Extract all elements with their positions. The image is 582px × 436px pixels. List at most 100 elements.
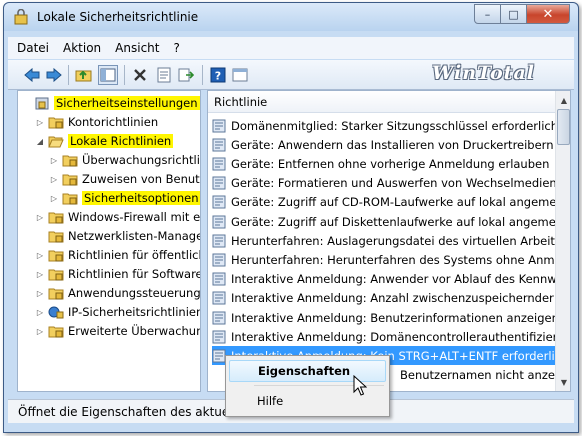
show-hide-tree-icon[interactable] [98,65,118,85]
tree-item[interactable]: ▷ Richtlinien für öffentliche [35,246,201,264]
menu-datei[interactable]: Datei [10,41,56,55]
tree-item-label: Überwachungsrichtlin [82,153,201,167]
table-row[interactable]: Geräte: Formatieren und Auswerfen von We… [212,174,555,193]
tree-expander-icon[interactable]: ▷ [35,326,45,336]
tree-item-label: Richtlinien für öffentliche [68,248,201,262]
tree-item-label: Windows-Firewall mit erw [68,210,201,224]
title-bar[interactable]: Lokale Sicherheitsrichtlinie – □ ✕ [4,3,578,31]
menu-ansicht[interactable]: Ansicht [108,41,166,55]
tree-item-label: Netzwerklisten-Manager- [68,229,201,243]
table-row[interactable]: Geräte: Zugriff auf CD-ROM-Laufwerke auf… [212,193,555,212]
tree-item[interactable]: ▷ Richtlinien für Softwareei [35,265,201,283]
minimize-icon: – [484,7,491,21]
tree-item[interactable]: ◢ Lokale Richtlinien [35,132,174,150]
policy-list-pane: Richtlinie Domänenmitglied: Starker Sitz… [207,90,571,392]
tree-item-label: Richtlinien für Softwareei [68,267,201,281]
security-policy-app-icon [14,8,30,25]
table-row[interactable]: Herunterfahren: Herunterfahren des Syste… [212,250,555,269]
policy-name: Domänenmitglied: Starker Sitzungsschlüss… [231,118,555,133]
folder-icon [48,209,64,225]
tree-expander-icon[interactable]: ▷ [49,174,59,184]
policy-name: Geräte: Zugriff auf Diskettenlaufwerke a… [231,214,555,229]
table-row[interactable]: Domänenmitglied: Starker Sitzungsschlüss… [212,116,555,135]
folder-icon [62,152,78,168]
tree-expander-icon[interactable]: ▷ [49,193,59,203]
scroll-thumb[interactable] [557,109,570,145]
policy-icon [212,138,226,152]
tree-item[interactable]: ▷ Kontorichtlinien [35,113,158,131]
scroll-up-icon[interactable]: ▲ [556,92,570,108]
tree-item[interactable]: ▷ Erweiterte Überwachungs [35,322,200,340]
maximize-button[interactable]: □ [500,4,527,24]
table-row[interactable]: Geräte: Zugriff auf Diskettenlaufwerke a… [212,212,555,231]
tree-expander-icon[interactable]: ▷ [35,288,45,298]
policy-name: Geräte: Entfernen ohne vorherige Anmeldu… [231,156,550,171]
folder-icon [48,323,64,339]
policy-icon [212,157,226,171]
vertical-scrollbar[interactable]: ▲ ▼ [555,91,570,391]
tree-item-label: Sicherheitsoptionen [82,191,200,205]
tree-expander-icon[interactable]: ▷ [35,250,45,260]
policy-name: Geräte: Formatieren und Auswerfen von We… [231,176,555,191]
export-list-icon[interactable] [176,65,196,85]
toolbar-separator [68,65,69,85]
forward-arrow-icon[interactable] [44,65,64,85]
policy-icon [212,119,226,133]
policy-icon [212,272,226,286]
properties-icon[interactable] [154,65,174,85]
scroll-down-icon[interactable]: ▼ [556,374,570,390]
table-row[interactable]: Interaktive Anmeldung: Anwender vor Abla… [212,270,555,289]
column-header-label: Richtlinie [214,94,268,109]
policy-icon [212,311,226,325]
tree-expander-icon[interactable]: ▷ [35,117,45,127]
svg-text:?: ? [215,70,221,83]
table-row[interactable]: Geräte: Anwendern das Installieren von D… [212,135,555,154]
tree-item[interactable]: Netzwerklisten-Manager- [35,227,201,245]
tree-item[interactable]: ▷ Überwachungsrichtlin [49,151,201,169]
policy-name: Interaktive Anmeldung: Anzahl zwischenzu… [231,291,555,306]
tree-item-label: Zuweisen von Benutze [82,172,201,186]
policy-icon [212,330,226,344]
tree-item[interactable]: ▷ IP-Sicherheitsrichtlinien a [35,303,200,321]
delete-icon[interactable] [130,65,150,85]
minimize-button[interactable]: – [474,4,501,24]
policy-icon [212,195,226,209]
context-menu-item-label: Hilfe [257,394,284,408]
close-button[interactable]: ✕ [526,4,570,24]
policy-name: Benutzernamen nicht anzeige [400,368,555,383]
folder-icon [48,114,64,130]
toolbar-separator [124,65,125,85]
tree-expander-icon[interactable]: ▷ [35,269,45,279]
tree-expander-icon[interactable]: ▷ [49,155,59,165]
mouse-cursor-icon [353,375,367,396]
tree-item[interactable]: ▷ Zuweisen von Benutze [49,170,201,188]
menu-bar: Datei Aktion Ansicht ? [8,37,574,59]
table-row[interactable]: Interaktive Anmeldung: Domänencontroller… [212,327,555,346]
tree-expander-icon[interactable]: ▷ [35,212,45,222]
window-title: Lokale Sicherheitsrichtlinie [37,10,199,24]
toolbar: ? WinTotal [8,60,574,90]
tree-item[interactable]: Sicherheitseinstellungen [21,94,200,112]
back-arrow-icon[interactable] [22,65,42,85]
table-row[interactable]: Interaktive Anmeldung: Anzahl zwischenzu… [212,289,555,308]
tree-expander-icon[interactable]: ▷ [35,307,45,317]
table-row[interactable]: Interaktive Anmeldung: Benutzerinformati… [212,308,555,327]
tree-expander-icon[interactable]: ◢ [35,136,45,146]
console-icon[interactable] [230,65,250,85]
folder-icon [48,228,64,244]
help-icon[interactable]: ? [208,65,228,85]
table-row[interactable]: Herunterfahren: Auslagerungsdatei des vi… [212,231,555,250]
up-folder-icon[interactable] [74,65,94,85]
policy-name: Interaktive Anmeldung: Domänencontroller… [231,329,555,344]
tree-item[interactable]: ▷ Sicherheitsoptionen [49,189,200,207]
table-row[interactable]: Geräte: Entfernen ohne vorherige Anmeldu… [212,154,555,173]
folder-open-icon [48,133,64,149]
column-header-richtlinie[interactable]: Richtlinie [208,91,555,113]
tree-item[interactable]: ▷ Anwendungssteuerungsri [35,284,200,302]
tree-item[interactable]: ▷ Windows-Firewall mit erw [35,208,201,226]
menu-aktion[interactable]: Aktion [56,41,108,55]
policy-icon [212,253,226,267]
menu-help[interactable]: ? [166,41,186,55]
